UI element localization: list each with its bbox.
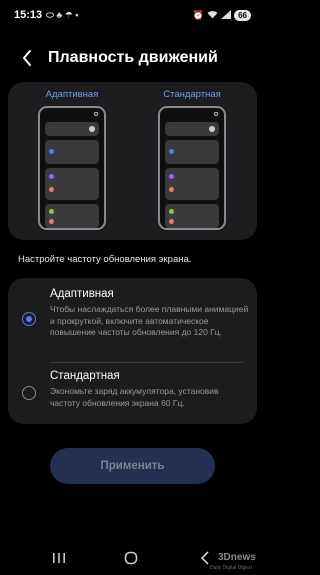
radio-standard[interactable] xyxy=(22,386,36,400)
option-title: Адаптивная xyxy=(50,288,114,300)
page-title: Плавность движений xyxy=(48,49,218,66)
search-icon xyxy=(214,112,218,116)
radio-adaptive[interactable] xyxy=(22,312,36,326)
phone-preview-illustration xyxy=(38,106,106,230)
option-standard[interactable]: Стандартная Экономьте заряд аккумулятора… xyxy=(8,368,257,418)
battery-indicator: 66 xyxy=(234,9,251,21)
preview-standard: Стандартная xyxy=(137,88,247,230)
option-subtitle: Экономьте заряд аккумулятора, установив … xyxy=(50,386,219,408)
option-title: Стандартная xyxy=(50,370,120,382)
notification-icons: ⬭ ♣ ☂ • xyxy=(46,9,79,20)
back-icon xyxy=(200,551,209,565)
chevron-left-icon xyxy=(23,50,31,66)
back-button[interactable] xyxy=(12,44,42,72)
preview-adaptive: Адаптивная xyxy=(17,88,127,230)
divider xyxy=(50,362,243,363)
signal-icon xyxy=(221,9,232,21)
preview-label-adaptive: Адаптивная xyxy=(45,89,99,100)
watermark-tagline: Daily Digital Digest xyxy=(210,565,252,571)
home-button[interactable] xyxy=(116,548,146,568)
refresh-rate-options: Адаптивная Чтобы наслаждаться более плав… xyxy=(8,278,257,424)
wifi-icon xyxy=(207,10,218,21)
header: Плавность движений xyxy=(0,44,265,72)
option-adaptive[interactable]: Адаптивная Чтобы наслаждаться более плав… xyxy=(8,286,257,356)
preview-card: Адаптивная Стандартная xyxy=(8,82,257,240)
option-subtitle: Чтобы наслаждаться более плавными анимац… xyxy=(50,304,249,337)
home-icon xyxy=(124,551,138,565)
alarm-icon: ⏰ xyxy=(192,9,205,20)
recent-apps-icon xyxy=(53,553,65,563)
search-icon xyxy=(94,112,98,116)
apply-button[interactable]: Применить xyxy=(50,448,215,484)
recent-apps-button[interactable] xyxy=(44,548,74,568)
phone-preview-illustration xyxy=(158,106,226,230)
status-time: 15:13 xyxy=(14,9,43,21)
watermark-logo: 3Dnews xyxy=(218,552,256,563)
section-description: Настройте частоту обновления экрана. xyxy=(18,254,192,265)
status-bar: 15:13 ⬭ ♣ ☂ • ⏰ 66 xyxy=(0,0,265,30)
preview-label-standard: Стандартная xyxy=(163,89,221,100)
